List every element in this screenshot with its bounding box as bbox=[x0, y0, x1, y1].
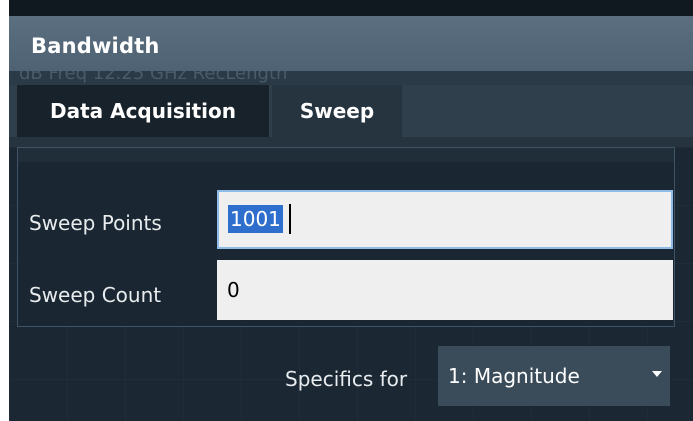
specifics-for-label: Specifics for bbox=[285, 367, 408, 391]
sweep-count-input[interactable]: 0 bbox=[217, 260, 673, 320]
sweep-count-label: Sweep Count bbox=[29, 283, 162, 307]
sweep-settings-group: Sweep Points 1001 Sweep Count 0 bbox=[17, 147, 675, 327]
screenshot-frame: Bandwidth dB Freq 12.25 GHz RecLength Da… bbox=[0, 0, 693, 421]
tab-data-acquisition[interactable]: Data Acquisition bbox=[17, 85, 269, 137]
tab-bar: Data Acquisition Sweep bbox=[9, 85, 693, 137]
specifics-selected-value: 1: Magnitude bbox=[448, 364, 580, 388]
sweep-tab-content: Sweep Points 1001 Sweep Count 0 Specific… bbox=[9, 147, 693, 421]
sweep-points-value: 1001 bbox=[228, 205, 283, 233]
sweep-count-value: 0 bbox=[227, 278, 240, 302]
tab-panel-top bbox=[9, 137, 693, 147]
text-caret bbox=[289, 204, 291, 234]
background-hint-text: dB Freq 12.25 GHz RecLength bbox=[19, 71, 288, 84]
dialog-title: Bandwidth bbox=[31, 34, 160, 58]
specifics-dropdown[interactable]: 1: Magnitude bbox=[438, 346, 670, 406]
sweep-points-input[interactable]: 1001 bbox=[217, 190, 673, 249]
tab-sweep[interactable]: Sweep bbox=[272, 85, 402, 137]
dialog-title-bar[interactable]: Bandwidth bbox=[9, 16, 693, 71]
chevron-down-icon[interactable] bbox=[652, 371, 662, 377]
sweep-points-label: Sweep Points bbox=[29, 211, 162, 235]
bandwidth-dialog: Bandwidth dB Freq 12.25 GHz RecLength Da… bbox=[9, 0, 693, 421]
group-header-shade bbox=[18, 148, 674, 162]
background-hint-row: dB Freq 12.25 GHz RecLength bbox=[9, 71, 693, 85]
